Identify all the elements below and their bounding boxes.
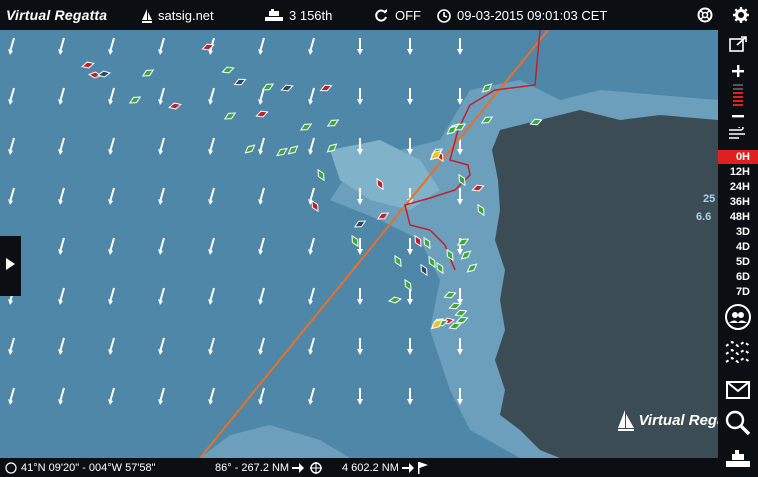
time-step-5d[interactable]: 5D: [718, 255, 758, 269]
finish-distance: 4 602.2 NM: [342, 458, 428, 477]
sync-toggle[interactable]: OFF: [374, 0, 421, 30]
map-canvas[interactable]: [0, 30, 718, 458]
envelope-icon: [726, 380, 750, 404]
time-step-6d[interactable]: 6D: [718, 270, 758, 284]
dashed-paths-icon: [724, 338, 752, 371]
position-text: 41°N 09'20" - 004°W 57'58": [21, 461, 156, 474]
refresh-icon: [374, 7, 388, 23]
fullscreen-button[interactable]: [718, 35, 758, 57]
arrow-right-icon: [292, 462, 305, 474]
play-icon: [6, 257, 15, 275]
ranking-value: 3 156th: [289, 7, 333, 23]
zoom-in-button[interactable]: [718, 65, 758, 81]
wind-icon: [729, 124, 747, 146]
minus-icon: [732, 105, 744, 123]
datetime-text: 09-03-2015 09:01:03 CET: [457, 7, 608, 23]
watermark-sailboat-icon: [618, 410, 638, 431]
gear-icon: [733, 7, 749, 24]
bearing-text: 86° - 267.2 NM: [215, 461, 290, 474]
help-button[interactable]: [697, 0, 713, 30]
lifebuoy-icon: [697, 7, 713, 24]
right-toolbar: 0H 12H 24H 36H 48H 3D 4D 5D 6D 7D: [718, 30, 758, 477]
plus-icon: [732, 64, 744, 82]
messages-button[interactable]: [718, 378, 758, 406]
time-step-24h[interactable]: 24H: [718, 180, 758, 194]
compass-icon: [5, 461, 17, 474]
finish-distance-text: 4 602.2 NM: [342, 461, 399, 474]
time-step-0h[interactable]: 0H: [718, 150, 758, 164]
top-bar: Virtual Regatta satsig.net 3 156th OFF 0…: [0, 0, 758, 30]
zoom-out-button[interactable]: [718, 108, 758, 120]
search-button[interactable]: [718, 410, 758, 440]
logo-text: Virtual Regatta: [6, 7, 108, 23]
time-step-3d[interactable]: 3D: [718, 225, 758, 239]
virtual-regatta-app: Virtual Regatta satsig.net 3 156th OFF 0…: [0, 0, 758, 477]
arrow-right-icon: [401, 462, 414, 474]
sync-status: OFF: [395, 7, 421, 23]
bearing-readout: 86° - 267.2 NM: [215, 458, 323, 477]
magnifier-icon: [725, 410, 751, 441]
wind-speed-label: 25: [703, 193, 716, 205]
group-icon: [725, 303, 751, 335]
time-step-36h[interactable]: 36H: [718, 195, 758, 209]
sailboat-icon: [142, 7, 152, 23]
zoom-bars-icon: [733, 84, 743, 106]
time-step-48h[interactable]: 48H: [718, 210, 758, 224]
wind-speed-sub-label: 6.6: [696, 211, 712, 223]
boat-center-button[interactable]: [718, 448, 758, 476]
clock-icon: [437, 7, 451, 23]
ranking-button[interactable]: 3 156th: [265, 0, 332, 30]
logo: Virtual Regatta: [6, 0, 107, 30]
flag-icon: [417, 461, 428, 474]
zoom-level-indicator[interactable]: [718, 84, 758, 106]
boat-icon: [726, 449, 750, 475]
bottom-bar: 41°N 09'20" - 004°W 57'58" 86° - 267.2 N…: [0, 458, 718, 477]
panel-expander-button[interactable]: [0, 236, 21, 296]
time-step-4d[interactable]: 4D: [718, 240, 758, 254]
game-clock: 09-03-2015 09:01:03 CET: [437, 0, 607, 30]
expand-icon: [729, 35, 747, 57]
settings-button[interactable]: [733, 0, 749, 30]
site-link[interactable]: satsig.net: [142, 0, 214, 30]
site-label: satsig.net: [158, 7, 214, 23]
wind-layer-button[interactable]: [718, 124, 758, 146]
time-step-12h[interactable]: 12H: [718, 165, 758, 179]
time-step-7d[interactable]: 7D: [718, 285, 758, 299]
players-button[interactable]: [718, 303, 758, 335]
ranking-boat-icon: [265, 7, 283, 23]
race-map[interactable]: [0, 30, 718, 458]
land-iberia: [492, 110, 718, 458]
target-icon: [310, 461, 323, 474]
cursor-position: 41°N 09'20" - 004°W 57'58": [5, 458, 156, 477]
layers-button[interactable]: [718, 338, 758, 370]
